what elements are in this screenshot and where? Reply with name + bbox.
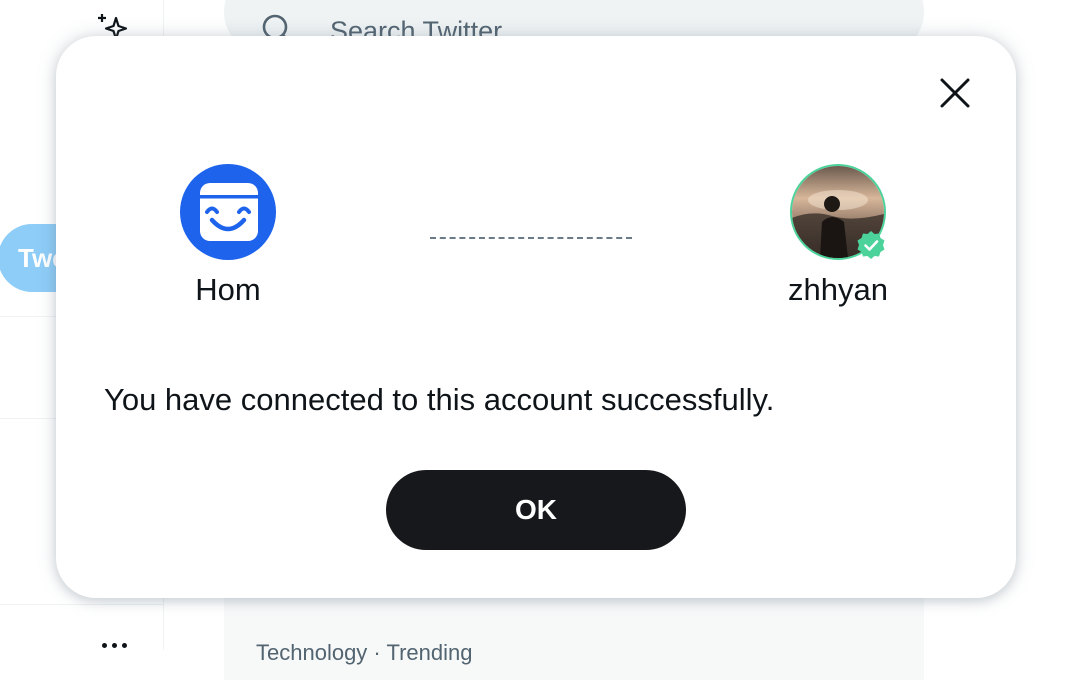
app-name: Hom [195,272,261,307]
more-icon[interactable] [102,640,130,650]
success-message: You have connected to this account succe… [104,382,775,417]
trend-meta: Technology · Trending [256,640,473,665]
connection-dialog: Hom zhhyan You have connected to this ac… [56,36,1016,598]
verified-icon [857,231,885,259]
nav-divider [0,604,164,605]
app-logo [180,164,276,260]
close-icon[interactable] [936,74,974,112]
ok-button[interactable]: OK [386,470,686,550]
smiling-mask-icon [200,183,258,241]
connection-line [430,237,632,239]
user-name: zhhyan [788,272,888,307]
